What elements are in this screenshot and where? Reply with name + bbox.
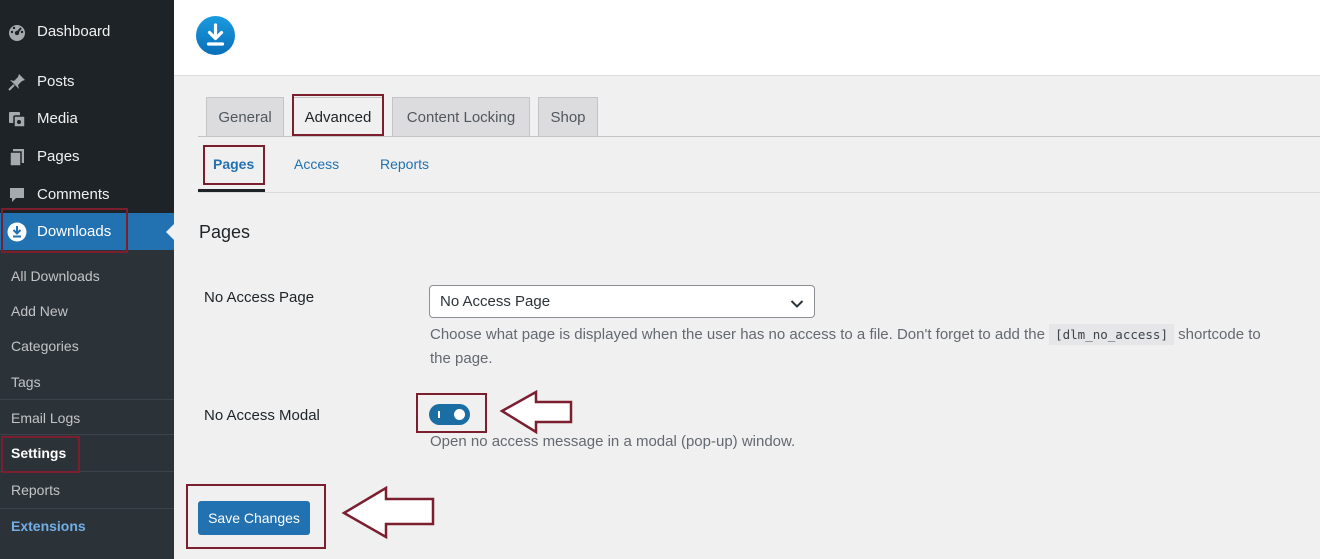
pages-icon xyxy=(7,147,27,167)
download-logo-icon xyxy=(196,16,235,55)
save-changes-button[interactable]: Save Changes xyxy=(198,501,310,535)
submenu-settings[interactable]: Settings xyxy=(11,445,66,461)
submenu-all-downloads[interactable]: All Downloads xyxy=(11,268,100,284)
menu-label: Posts xyxy=(37,73,75,90)
no-access-page-label: No Access Page xyxy=(204,289,315,306)
shortcode: [dlm_no_access] xyxy=(1049,324,1174,345)
select-value: No Access Page xyxy=(440,293,551,310)
no-access-modal-label: No Access Modal xyxy=(204,407,320,424)
submenu-reports[interactable]: Reports xyxy=(11,482,60,498)
submenu-email-logs[interactable]: Email Logs xyxy=(11,410,80,426)
description-text: shortcode to xyxy=(1178,326,1261,343)
menu-label: Comments xyxy=(37,186,110,203)
subtab-access[interactable]: Access xyxy=(294,156,339,172)
download-icon xyxy=(7,222,27,242)
no-access-modal-toggle[interactable] xyxy=(429,404,470,425)
no-access-modal-description: Open no access message in a modal (pop-u… xyxy=(430,433,796,450)
menu-posts[interactable]: Posts xyxy=(0,63,174,100)
description-text: the page. xyxy=(430,350,493,367)
section-title: Pages xyxy=(199,222,251,242)
menu-media[interactable]: Media xyxy=(0,100,174,137)
tab-shop[interactable]: Shop xyxy=(538,97,598,136)
tab-content-locking[interactable]: Content Locking xyxy=(392,97,530,136)
menu-label: Downloads xyxy=(37,223,112,240)
tabs-divider xyxy=(198,136,1320,137)
menu-downloads[interactable]: Downloads xyxy=(0,213,174,250)
menu-label: Dashboard xyxy=(37,23,111,40)
submenu-divider xyxy=(0,508,174,509)
submenu-categories[interactable]: Categories xyxy=(11,338,79,354)
chevron-down-icon xyxy=(790,296,804,313)
toggle-knob xyxy=(454,409,465,420)
pin-icon xyxy=(7,72,27,92)
pointer-arrow-icon xyxy=(499,389,573,435)
page-header xyxy=(174,0,1320,76)
menu-pages[interactable]: Pages xyxy=(0,138,174,175)
subtab-reports[interactable]: Reports xyxy=(380,156,429,172)
submenu-tags[interactable]: Tags xyxy=(11,374,41,390)
active-menu-caret xyxy=(166,223,174,240)
media-icon xyxy=(7,109,27,129)
comment-icon xyxy=(7,185,27,205)
subtab-pages[interactable]: Pages xyxy=(213,156,254,172)
submenu-divider xyxy=(0,434,174,435)
submenu-extensions[interactable]: Extensions xyxy=(11,518,86,534)
pointer-arrow-icon xyxy=(341,485,435,540)
submenu-add-new[interactable]: Add New xyxy=(11,303,68,319)
menu-comments[interactable]: Comments xyxy=(0,176,174,213)
tab-general[interactable]: General xyxy=(206,97,284,136)
toggle-on-mark xyxy=(438,411,440,418)
menu-dashboard[interactable]: Dashboard xyxy=(0,13,174,50)
downloads-submenu: All Downloads Add New Categories Tags Em… xyxy=(0,250,174,559)
no-access-page-select[interactable]: No Access Page xyxy=(429,285,815,318)
description-text: Choose what page is displayed when the u… xyxy=(430,326,1045,343)
subtabs-divider xyxy=(198,192,1320,193)
dashboard-icon xyxy=(7,22,27,42)
admin-sidebar: Dashboard Posts Media Pages Comments Dow… xyxy=(0,0,174,559)
menu-label: Media xyxy=(37,110,78,127)
no-access-page-description: Choose what page is displayed when the u… xyxy=(430,323,1261,347)
tab-advanced[interactable]: Advanced xyxy=(293,97,383,136)
submenu-divider xyxy=(0,471,174,472)
submenu-divider xyxy=(0,399,174,400)
menu-label: Pages xyxy=(37,148,80,165)
